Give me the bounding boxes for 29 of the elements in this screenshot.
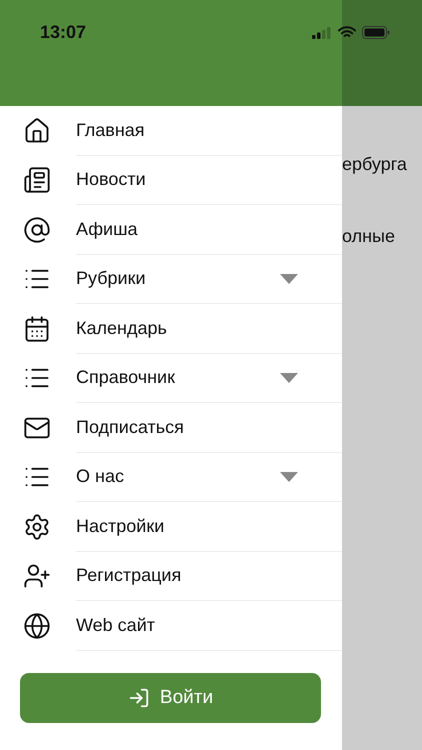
menu-item[interactable]: Справочник xyxy=(76,354,342,403)
at-sign-icon xyxy=(23,216,51,244)
menu-item[interactable]: Календарь xyxy=(76,304,342,354)
menu-item[interactable]: Рубрики xyxy=(76,254,342,304)
menu-item[interactable]: Настройки xyxy=(76,502,342,552)
menu-item[interactable]: Афиша xyxy=(76,205,342,254)
login-icon xyxy=(128,686,150,708)
newspaper-icon xyxy=(23,166,51,194)
menu-item[interactable]: Регистрация xyxy=(76,552,342,601)
globe-icon xyxy=(23,612,51,640)
menu-item[interactable]: Новости xyxy=(76,156,342,205)
menu-item[interactable]: Подписаться xyxy=(76,403,342,452)
settings-icon xyxy=(23,512,51,541)
calendar-icon xyxy=(23,314,51,343)
caret-icon xyxy=(280,274,298,284)
add-user-icon xyxy=(23,562,51,590)
menu-item[interactable]: Главная xyxy=(76,106,342,156)
page-text: олные xyxy=(342,226,396,247)
status-time: 13:07 xyxy=(40,22,86,43)
battery-icon xyxy=(362,26,390,39)
page-text: ербурга xyxy=(342,154,407,175)
login-button[interactable]: Войти xyxy=(20,672,321,722)
menu-item[interactable]: О нас xyxy=(76,452,342,502)
caret-icon xyxy=(280,372,298,383)
menu-item[interactable]: Web сайт xyxy=(76,601,342,650)
caret-icon xyxy=(280,472,298,482)
home-icon xyxy=(23,116,51,145)
wifi-icon xyxy=(338,26,356,39)
signal-icon xyxy=(312,26,332,38)
